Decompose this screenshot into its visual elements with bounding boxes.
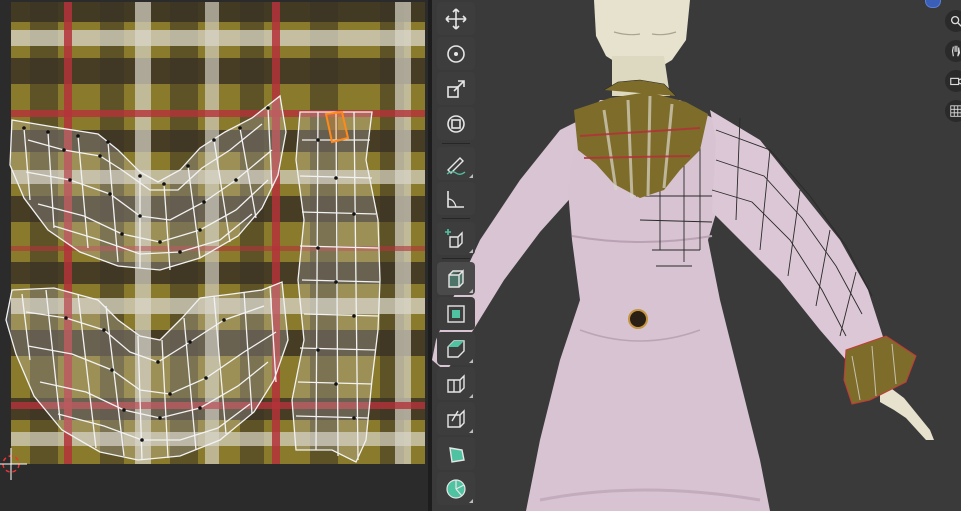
measure-ruler-icon: [447, 190, 464, 208]
pan-hand-icon[interactable]: [945, 40, 961, 62]
navigation-gizmo: [941, 0, 961, 130]
loop-cut-tool[interactable]: [437, 367, 475, 400]
measure-tool[interactable]: [437, 182, 475, 215]
dress-model[interactable]: [432, 0, 961, 511]
move-tool[interactable]: [437, 2, 475, 35]
bevel-icon: [447, 339, 465, 358]
scale-tool[interactable]: [437, 72, 475, 105]
add-cube-icon: [445, 228, 463, 248]
tool-shelf: [436, 0, 476, 511]
transform-icon: [447, 114, 465, 133]
transform-tool[interactable]: [437, 107, 475, 140]
3d-viewport[interactable]: [432, 0, 961, 511]
bevel-tool[interactable]: [437, 332, 475, 365]
knife-icon: [447, 408, 465, 428]
scale-icon: [447, 79, 465, 98]
add-cube-tool[interactable]: [437, 222, 475, 255]
toolbar-separator: [442, 258, 470, 259]
poly-build-tool[interactable]: [437, 437, 475, 470]
uv-editor[interactable]: [0, 0, 428, 511]
inset-tool[interactable]: [437, 297, 475, 330]
knife-tool[interactable]: [437, 402, 475, 435]
toolbar-separator: [442, 143, 470, 144]
rotate-tool[interactable]: [437, 37, 475, 70]
model-sleeve-right: [710, 110, 884, 360]
zoom-icon[interactable]: [945, 10, 961, 32]
annotate-pen-icon: [446, 156, 466, 175]
toolbar-separator: [442, 218, 470, 219]
spin-icon: [446, 478, 466, 499]
loop-cut-icon: [447, 373, 465, 393]
camera-icon[interactable]: [945, 70, 961, 92]
model-button: [628, 309, 648, 329]
spin-tool[interactable]: [437, 472, 475, 505]
uv-island-cuff-strip[interactable]: [291, 111, 381, 463]
uv-canvas[interactable]: [0, 0, 428, 511]
poly-build-icon: [449, 446, 465, 463]
grid-ortho-icon[interactable]: [945, 100, 961, 122]
inset-faces-icon: [447, 304, 465, 323]
extrude-tool[interactable]: [437, 262, 475, 295]
rotate-icon: [447, 44, 465, 63]
annotate-tool[interactable]: [437, 147, 475, 180]
move-arrows-icon: [445, 7, 467, 30]
extrude-region-icon: [448, 268, 464, 288]
